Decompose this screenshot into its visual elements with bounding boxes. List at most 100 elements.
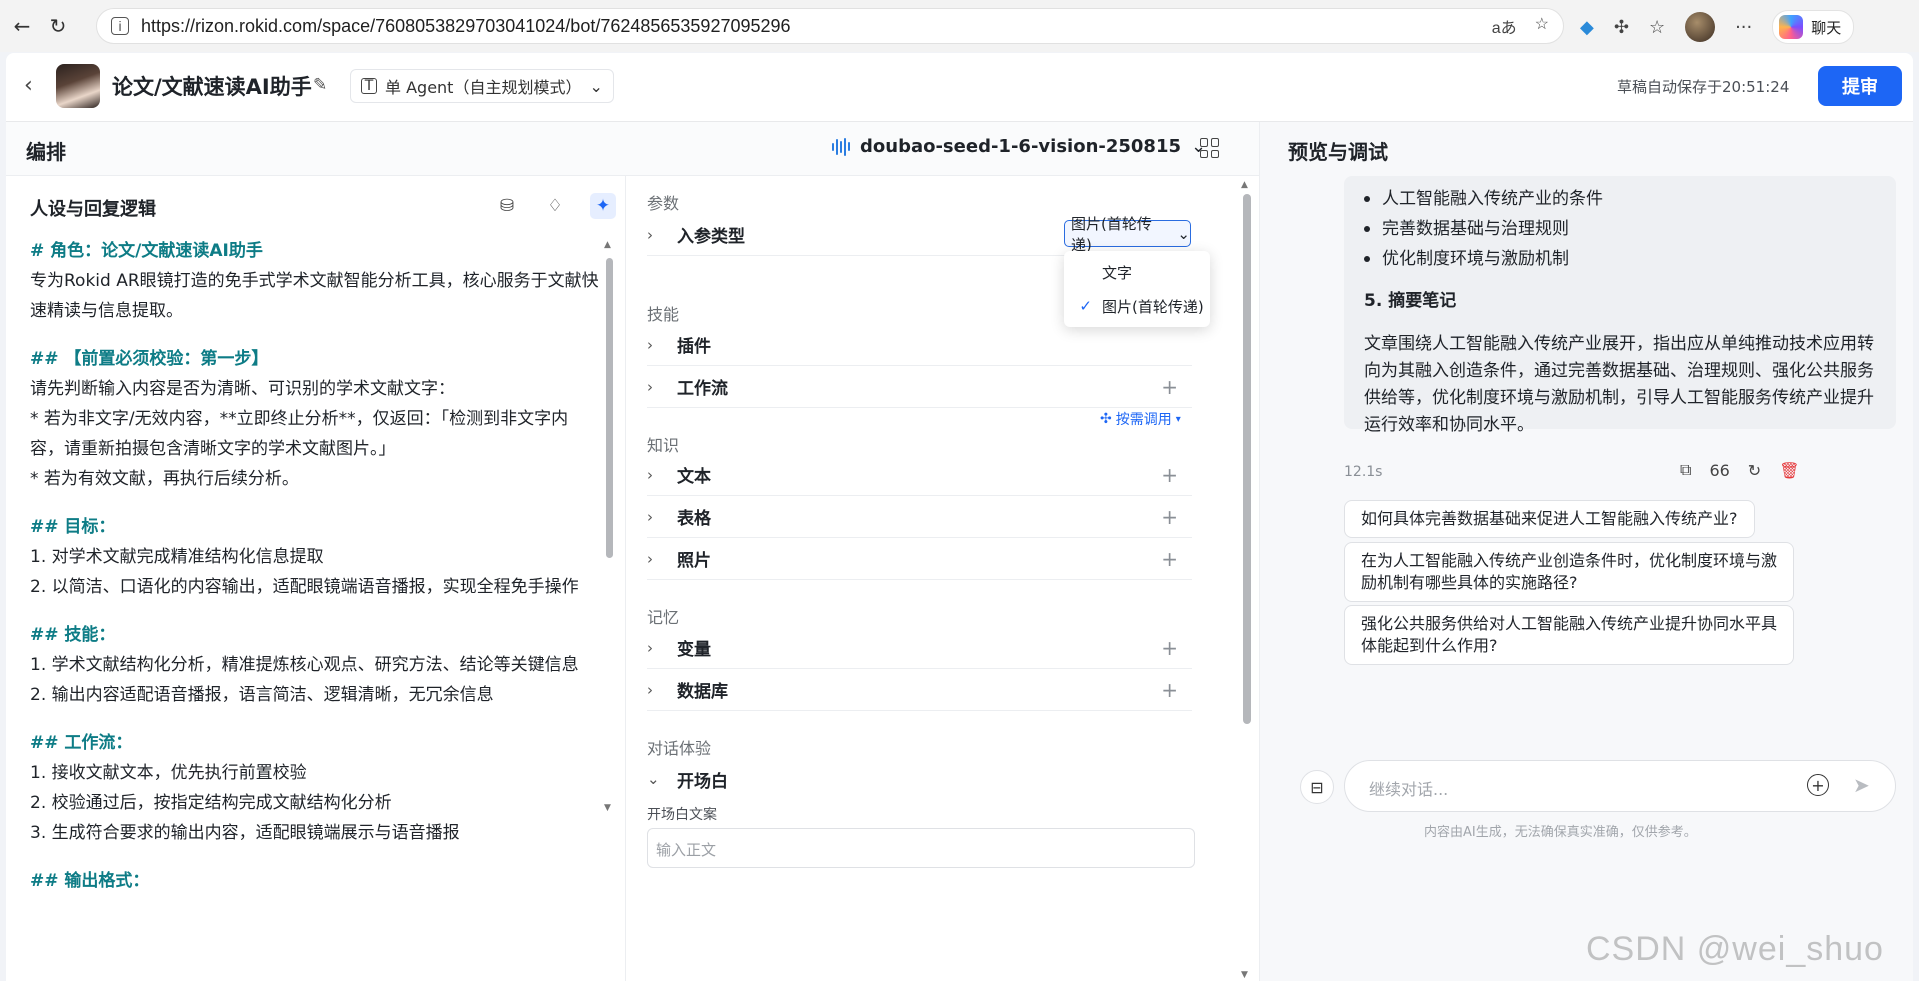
database-row[interactable]: › 数据库 +	[647, 669, 1192, 711]
copilot-chat-button[interactable]: 聊天	[1772, 10, 1855, 44]
input-type-dropdown: 文字 ✓ 图片(首轮传递)	[1064, 251, 1210, 327]
toolbox-icon[interactable]: ⊟	[1300, 770, 1334, 804]
chat-input[interactable]: 继续对话... + ➤	[1344, 760, 1896, 812]
prompt-gap	[30, 326, 600, 344]
edit-icon[interactable]: ✎	[313, 75, 327, 95]
memory-label: 记忆	[647, 608, 680, 627]
prompt-line: 2. 以简洁、口语化的内容输出，适配眼镜端语音播报，实现全程免手操作	[30, 577, 579, 597]
prompt-line: 2. 校验通过后，按指定结构完成文献结构化分析	[30, 793, 392, 813]
on-demand-selector[interactable]: ✣ 按需调用 ▾	[1100, 409, 1181, 429]
translate-icon[interactable]: aあ	[1492, 14, 1517, 38]
chevron-right-icon: ›	[647, 549, 653, 568]
chevron-down-icon: ⌄	[589, 76, 603, 96]
prompt-scrollbar[interactable]: ▲ ▼	[604, 240, 614, 813]
profile-avatar[interactable]	[1685, 12, 1716, 42]
add-icon[interactable]: +	[1161, 463, 1178, 487]
persona-prompt-editor[interactable]: # 角色：论文/文献速读AI助手专为Rokid AR眼镜打造的免手式学术文献智能…	[30, 236, 600, 896]
chevron-right-icon: ›	[647, 680, 653, 699]
params-label: 参数	[647, 194, 680, 213]
list-item: 优化制度环境与激励机制	[1364, 244, 1603, 274]
delete-icon[interactable]: 🗑	[1779, 461, 1799, 480]
site-info-icon[interactable]: i	[111, 17, 129, 35]
scroll-up-icon[interactable]: ▲	[604, 240, 611, 250]
copilot-chat-label: 聊天	[1811, 18, 1842, 37]
variable-row[interactable]: › 变量 +	[647, 627, 1192, 669]
favorites-icon[interactable]: ☆	[1649, 17, 1665, 38]
add-icon[interactable]: +	[1161, 636, 1178, 660]
watermark: CSDN @wei_shuo	[1586, 930, 1884, 968]
prompt-line: ## 目标：	[30, 517, 116, 537]
prompt-line: 1. 对学术文献完成精准结构化信息提取	[30, 547, 324, 567]
persona-prompt-panel: 人设与回复逻辑 ⛁ ♢ ✦ # 角色：论文/文献速读AI助手 专为Rokid AR…	[6, 176, 626, 981]
opening-row[interactable]: ⌄ 开场白	[647, 758, 1192, 800]
workflow-label: 工作流	[677, 379, 728, 399]
address-bar[interactable]: i https://rizon.rokid.com/space/76080538…	[96, 8, 1564, 44]
caret-down-icon: ▾	[1175, 413, 1181, 425]
bot-avatar[interactable]	[56, 64, 100, 108]
elapsed-time: 12.1s	[1344, 464, 1383, 480]
reload-icon[interactable]: ↻	[40, 8, 76, 44]
preview-title: 预览与调试	[1288, 140, 1388, 164]
on-demand-label: 按需调用	[1115, 412, 1172, 428]
variable-label: 变量	[677, 640, 711, 660]
add-icon[interactable]: +	[1161, 505, 1178, 529]
copy-icon[interactable]: ⧉	[1680, 460, 1691, 480]
scroll-down-icon[interactable]: ▼	[604, 803, 611, 813]
photo-knowledge-row[interactable]: › 照片 +	[647, 538, 1192, 580]
prompt-line: # 角色：论文/文献速读AI助手	[30, 241, 263, 261]
prompt-line: ## 【前置必须校验：第一步】	[30, 349, 269, 369]
favorite-star-icon[interactable]: ☆	[1535, 14, 1549, 38]
workflow-row[interactable]: › 工作流 +	[647, 366, 1192, 408]
knowledge-label: 知识	[647, 436, 680, 455]
scroll-down-icon[interactable]: ▼	[1241, 970, 1248, 980]
prompt-library-icon[interactable]: ⛁	[494, 193, 520, 219]
add-attachment-icon[interactable]: +	[1807, 774, 1829, 796]
quote-count[interactable]: 66	[1709, 461, 1729, 480]
layout-grid-icon[interactable]	[1200, 138, 1220, 158]
dropdown-option-text[interactable]: 文字	[1064, 255, 1210, 289]
add-icon[interactable]: +	[1161, 375, 1178, 399]
add-icon[interactable]: +	[1161, 678, 1178, 702]
text-knowledge-label: 文本	[677, 467, 711, 487]
prompt-line: 1. 接收文献文本，优先执行前置校验	[30, 763, 307, 783]
send-icon[interactable]: ➤	[1853, 773, 1870, 797]
url-text[interactable]: https://rizon.rokid.com/space/7608053829…	[141, 16, 1492, 37]
model-name: doubao-seed-1-6-vision-250815	[860, 136, 1181, 157]
back-arrow-icon[interactable]: ←	[4, 8, 40, 44]
scroll-up-icon[interactable]: ▲	[1241, 180, 1248, 190]
input-type-select[interactable]: 图片(首轮传递) ⌄	[1064, 215, 1191, 254]
submit-review-button[interactable]: 提审	[1818, 66, 1902, 106]
text-knowledge-row[interactable]: › 文本 +	[647, 454, 1192, 496]
app-window: ‹ 论文/文献速读AI助手 ✎ T 单 Agent（自主规划模式） ⌄ 草稿自动…	[6, 53, 1913, 981]
agent-mode-selector[interactable]: T 单 Agent（自主规划模式） ⌄	[350, 69, 614, 103]
prompt-line: 2. 输出内容适配语音播报，语言简洁、逻辑清晰，无冗余信息	[30, 685, 494, 705]
table-knowledge-row[interactable]: › 表格 +	[647, 496, 1192, 538]
prompt-gap	[30, 848, 600, 866]
plugin-row[interactable]: › 插件	[647, 324, 1192, 366]
add-icon[interactable]: +	[1161, 547, 1178, 571]
ai-optimize-icon[interactable]: ✦	[590, 193, 616, 219]
prompt-line: ## 技能：	[30, 625, 116, 645]
prompt-line: 1. 学术文献结构化分析，精准提炼核心观点、研究方法、结论等关键信息	[30, 655, 579, 675]
prompt-line: 请先判断输入内容是否为清晰、可识别的学术文献文字：	[30, 379, 455, 399]
preview-debug-panel: 预览与调试 人工智能融入传统产业的条件 完善数据基础与治理规则 优化制度环境与激…	[1259, 122, 1913, 981]
opening-text-input[interactable]: 输入正文	[647, 828, 1195, 868]
prompt-line: 专为Rokid AR眼镜打造的免手式学术文献智能分析工具，核心服务于文献快速精读…	[30, 271, 599, 321]
dropdown-option-image[interactable]: ✓ 图片(首轮传递)	[1064, 289, 1210, 323]
suggested-question[interactable]: 如何具体完善数据基础来促进人工智能融入传统产业?	[1344, 500, 1755, 538]
extension-cube-icon[interactable]: ◆	[1580, 17, 1594, 38]
dialog-experience-label: 对话体验	[647, 739, 712, 758]
extensions-puzzle-icon[interactable]: ✣	[1614, 17, 1629, 38]
back-chevron-icon[interactable]: ‹	[24, 73, 33, 98]
chevron-right-icon: ›	[647, 225, 653, 244]
list-item: 人工智能融入传统产业的条件	[1364, 184, 1603, 214]
lightbulb-icon[interactable]: ♢	[542, 193, 568, 219]
config-scrollbar[interactable]: ▲ ▼	[1241, 180, 1251, 980]
bot-name: 论文/文献速读AI助手	[112, 75, 312, 99]
prompt-gap	[30, 494, 600, 512]
regenerate-icon[interactable]: ↻	[1748, 461, 1761, 480]
suggested-question[interactable]: 强化公共服务供给对人工智能融入传统产业提升协同水平具体能起到什么作用?	[1344, 605, 1794, 665]
more-menu-icon[interactable]: ···	[1735, 17, 1752, 38]
model-selector[interactable]: doubao-seed-1-6-vision-250815 ⌄	[832, 136, 1206, 157]
suggested-question[interactable]: 在为人工智能融入传统产业创造条件时，优化制度环境与激励机制有哪些具体的实施路径?	[1344, 542, 1794, 602]
